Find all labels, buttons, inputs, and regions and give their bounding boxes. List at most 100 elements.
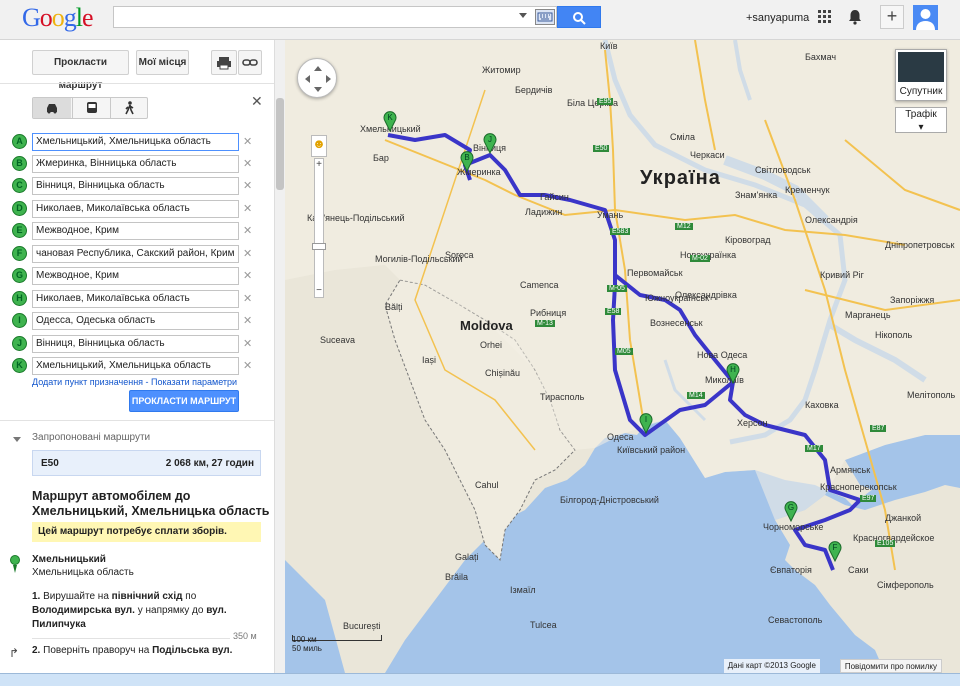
step-text: Володимирська вул. [32, 605, 135, 616]
search-input[interactable] [114, 7, 504, 27]
city-label: Севастополь [768, 615, 823, 625]
city-label: Смiла [670, 132, 695, 142]
share-plus-button[interactable]: + [880, 5, 904, 29]
road-label: E97 [860, 495, 877, 502]
direction-step[interactable]: 1. Вирушайте на північний схід по Володи… [32, 590, 262, 632]
get-directions-button[interactable]: ПРОКЛАСТИ МАРШРУТ [129, 390, 239, 412]
satellite-toggle[interactable]: Супутник [895, 49, 947, 101]
satellite-thumbnail [898, 52, 944, 82]
satellite-label: Супутник [899, 86, 943, 97]
country-label: Україна [640, 167, 721, 189]
waypoint-input[interactable]: чановая Республика, Сакский район, Крим [32, 245, 239, 263]
remove-waypoint-icon[interactable]: ✕ [243, 269, 252, 282]
remove-waypoint-icon[interactable]: ✕ [243, 202, 252, 215]
remove-waypoint-icon[interactable]: ✕ [243, 224, 252, 237]
toll-notice: Цей маршрут потребує сплати зборів. [32, 522, 261, 542]
waypoint-marker-icon[interactable]: J [12, 336, 27, 351]
city-label: Одеса [607, 432, 634, 442]
waypoint-marker-icon[interactable]: E [12, 223, 27, 238]
city-label: Первомайськ [627, 268, 683, 278]
pegman-icon[interactable]: ☻ [311, 135, 327, 157]
city-label: Кременчук [785, 185, 830, 195]
city-label: Красноперекопськ [820, 482, 897, 492]
remove-waypoint-icon[interactable]: ✕ [243, 179, 252, 192]
waypoint-input[interactable]: Хмельницький, Хмельницька область [32, 357, 239, 375]
waypoint-input[interactable]: Вінниця, Вінницька область [32, 177, 239, 195]
pan-control[interactable] [297, 58, 337, 98]
print-icon[interactable] [211, 50, 237, 75]
logo-letter: o [39, 3, 53, 32]
remove-waypoint-icon[interactable]: ✕ [243, 314, 252, 327]
notifications-bell-icon[interactable] [848, 9, 862, 25]
waypoint-marker-icon[interactable]: D [12, 201, 27, 216]
sidebar-scrollbar[interactable] [274, 40, 285, 673]
remove-waypoint-icon[interactable]: ✕ [243, 292, 252, 305]
waypoint-input[interactable]: Жмеринка, Вінницька область [32, 155, 239, 173]
map-canvas[interactable]: Україна Moldova Хмельницький Вінниця Жме… [285, 40, 960, 673]
waypoint-row: B Жмеринка, Вінницька область ✕ [10, 155, 260, 173]
waypoint-marker-icon[interactable]: A [12, 134, 27, 149]
divider [0, 83, 274, 84]
directions-button[interactable]: Прокласти маршрут [32, 50, 129, 91]
city-label: Умань [597, 210, 624, 220]
link-separator: - [143, 377, 152, 387]
waypoint-marker-icon[interactable]: H [12, 291, 27, 306]
remove-waypoint-icon[interactable]: ✕ [243, 359, 252, 372]
waypoint-marker-icon[interactable]: F [12, 246, 27, 261]
waypoint-input[interactable]: Одесса, Одеська область [32, 312, 239, 330]
remove-waypoint-icon[interactable]: ✕ [243, 337, 252, 350]
zoom-slider-handle[interactable] [312, 243, 326, 250]
waypoint-marker-icon[interactable]: I [12, 313, 27, 328]
step-text: Подільська вул. [152, 645, 233, 656]
step-text: Поверніть праворуч на [43, 645, 153, 656]
logo-letter: o [51, 3, 65, 32]
waypoint-input[interactable]: Вінниця, Вінницька область [32, 335, 239, 353]
google-logo[interactable]: Google [22, 3, 94, 33]
waypoint-marker-icon[interactable]: B [12, 156, 27, 171]
avatar[interactable] [913, 5, 938, 30]
suggested-route-item[interactable]: E50 2 068 км, 27 годин [32, 450, 261, 476]
car-mode-icon[interactable] [33, 98, 71, 118]
close-directions-icon[interactable]: ✕ [251, 93, 263, 110]
waypoint-input[interactable]: Николаев, Миколаївська область [32, 200, 239, 218]
suggested-routes-heading[interactable]: Запропоновані маршрути [32, 432, 150, 443]
waypoint-marker-icon[interactable]: K [12, 358, 27, 373]
collapse-arrow-icon[interactable] [13, 437, 21, 442]
city-label: Олександрівка [675, 290, 737, 300]
waypoint-marker-icon[interactable]: C [12, 178, 27, 193]
traffic-layer-dropdown[interactable]: Трафік ▾ [895, 107, 947, 133]
link-icon[interactable] [238, 50, 262, 75]
keyboard-icon[interactable] [535, 9, 555, 25]
waypoint-input[interactable]: Межводное, Крим [32, 222, 239, 240]
city-label: Євпаторія [770, 565, 812, 575]
zoom-in-button[interactable]: + [314, 159, 324, 171]
direction-step[interactable]: 2. Поверніть праворуч на Подільська вул. [32, 644, 262, 658]
apps-grid-icon[interactable] [818, 10, 832, 24]
waypoint-input[interactable]: Николаев, Миколаївська область [32, 290, 239, 308]
waypoint-input[interactable]: Хмельницький, Хмельницька область [32, 133, 239, 151]
remove-waypoint-icon[interactable]: ✕ [243, 135, 252, 148]
scrollbar-thumb[interactable] [276, 98, 284, 190]
user-name-link[interactable]: +sanyapuma [746, 12, 809, 24]
city-label: Ладижин [525, 207, 563, 217]
show-options-link[interactable]: Показати параметри [151, 377, 237, 387]
zoom-out-button[interactable]: − [314, 285, 324, 297]
country-label: Moldova [460, 318, 513, 333]
city-label: București [343, 621, 381, 631]
city-label: Світловодськ [755, 165, 811, 175]
report-problem-link[interactable]: Повідомити про помилку [839, 659, 942, 673]
search-button[interactable] [557, 6, 601, 28]
waypoint-marker-icon[interactable]: G [12, 268, 27, 283]
remove-waypoint-icon[interactable]: ✕ [243, 247, 252, 260]
my-places-button[interactable]: Мої місця [136, 50, 189, 75]
zoom-slider[interactable]: + − [312, 158, 326, 298]
walk-mode-icon[interactable] [110, 98, 148, 118]
remove-waypoint-icon[interactable]: ✕ [243, 157, 252, 170]
search-dropdown-icon[interactable] [519, 13, 527, 18]
waypoint-input[interactable]: Межводное, Крим [32, 267, 239, 285]
city-label: Чорноморське [763, 522, 824, 532]
search-icon [573, 12, 586, 25]
city-label: Черкаси [690, 150, 725, 160]
bus-mode-icon[interactable] [72, 98, 110, 118]
add-destination-link[interactable]: Додати пункт призначення [32, 377, 143, 387]
